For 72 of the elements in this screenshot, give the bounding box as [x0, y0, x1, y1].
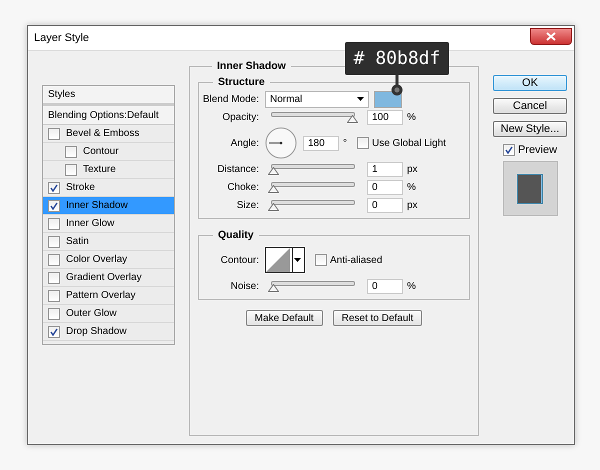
checkbox[interactable]	[48, 254, 60, 266]
dialog-button[interactable]: OK	[493, 75, 567, 91]
field-label: Choke:	[226, 182, 259, 192]
value-field[interactable]: 0	[367, 278, 403, 294]
field-label: Blend Mode:	[202, 94, 259, 104]
section-title: Structure	[217, 76, 266, 88]
blend-mode-dropdown[interactable]: Normal	[265, 90, 369, 108]
style-item[interactable]: Drop Shadow	[43, 323, 174, 341]
checkbox[interactable]	[48, 128, 60, 140]
checkbox[interactable]	[48, 272, 60, 284]
style-item[interactable]: Contour	[43, 143, 174, 161]
checkbox[interactable]	[48, 308, 60, 320]
checkbox[interactable]	[65, 164, 77, 176]
field-label: Noise:	[230, 280, 259, 292]
panel-title: Inner Shadow	[216, 60, 287, 72]
unit-label: px	[407, 200, 418, 210]
style-preview	[502, 161, 558, 216]
checkbox[interactable]	[48, 218, 60, 230]
unit-label: %	[407, 112, 416, 122]
style-item[interactable]: Color Overlay	[43, 251, 174, 269]
pin-icon	[390, 75, 404, 97]
value-field[interactable]: 1	[367, 162, 403, 176]
angle-dial[interactable]	[265, 127, 297, 159]
blending-options-item[interactable]: Blending Options:Default	[43, 106, 174, 125]
style-item[interactable]: Inner Shadow	[43, 197, 174, 215]
unit-label: px	[407, 164, 418, 174]
caret-icon	[292, 247, 302, 273]
checkbox[interactable]	[48, 326, 60, 338]
field-label: Distance:	[216, 164, 259, 174]
checkbox[interactable]	[65, 146, 77, 158]
checkbox-label: Preview	[518, 144, 558, 156]
checkbox[interactable]	[502, 144, 515, 156]
color-swatch[interactable]	[374, 90, 402, 108]
unit-label: %	[407, 182, 416, 192]
checkbox[interactable]	[357, 137, 369, 149]
style-item[interactable]: Inner Glow	[43, 215, 174, 233]
field-label: Opacity:	[221, 112, 259, 122]
value-field[interactable]: 0	[367, 180, 403, 194]
style-item[interactable]: Gradient Overlay	[43, 269, 174, 287]
contour-curve-icon	[266, 248, 290, 272]
checkbox[interactable]	[315, 254, 327, 266]
checkbox[interactable]	[48, 290, 60, 302]
unit-label: °	[343, 138, 347, 148]
checkbox[interactable]	[48, 236, 60, 248]
field-label: Angle:	[230, 138, 259, 148]
caret-icon	[357, 97, 364, 101]
checkbox-label: Use Global Light	[372, 138, 446, 148]
close-icon	[546, 32, 556, 41]
styles-header[interactable]: Styles	[43, 86, 174, 106]
field-label: Size:	[236, 200, 259, 210]
panel-button[interactable]: Make Default	[246, 310, 323, 326]
checkbox[interactable]	[48, 182, 60, 194]
close-button[interactable]	[530, 28, 572, 45]
style-item[interactable]: Pattern Overlay	[43, 287, 174, 305]
style-item[interactable]: Bevel & Emboss	[43, 125, 174, 143]
unit-label: %	[407, 280, 416, 292]
checkbox[interactable]	[48, 200, 60, 212]
contour-picker[interactable]	[265, 247, 305, 273]
dialog-button[interactable]: New Style...	[493, 121, 567, 137]
style-item[interactable]: Outer Glow	[43, 305, 174, 323]
style-item[interactable]: Satin	[43, 233, 174, 251]
style-item[interactable]: Texture	[43, 161, 174, 179]
checkbox-label: Anti-aliased	[330, 254, 382, 266]
section-title: Quality	[217, 229, 255, 241]
value-field[interactable]: 0	[367, 198, 403, 212]
field-label: Contour:	[220, 254, 259, 266]
value-field[interactable]: 180	[303, 136, 339, 150]
dialog-button[interactable]: Cancel	[493, 98, 567, 114]
window-title: Layer Style	[34, 32, 90, 44]
color-tooltip: # 80b8df	[345, 42, 449, 97]
panel-button[interactable]: Reset to Default	[332, 310, 422, 326]
value-field[interactable]: 100	[367, 110, 403, 124]
